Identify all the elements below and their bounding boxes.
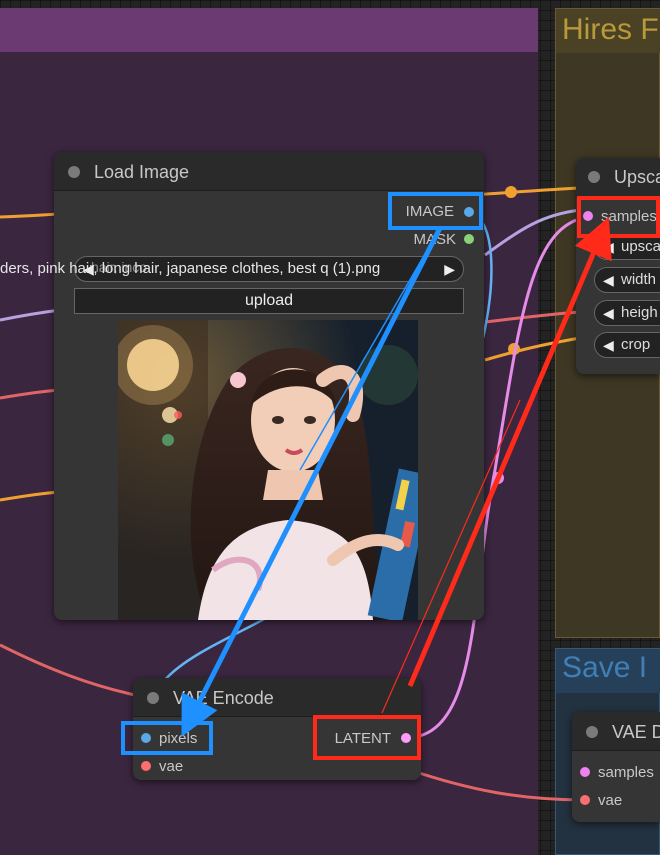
blue-arrow-thin — [299, 227, 441, 471]
blue-arrow-image-to-pixels — [181, 226, 443, 737]
annotation-arrows — [181, 216, 612, 737]
red-arrow-thin — [381, 399, 521, 714]
red-arrow-latent-to-samples — [407, 216, 612, 687]
